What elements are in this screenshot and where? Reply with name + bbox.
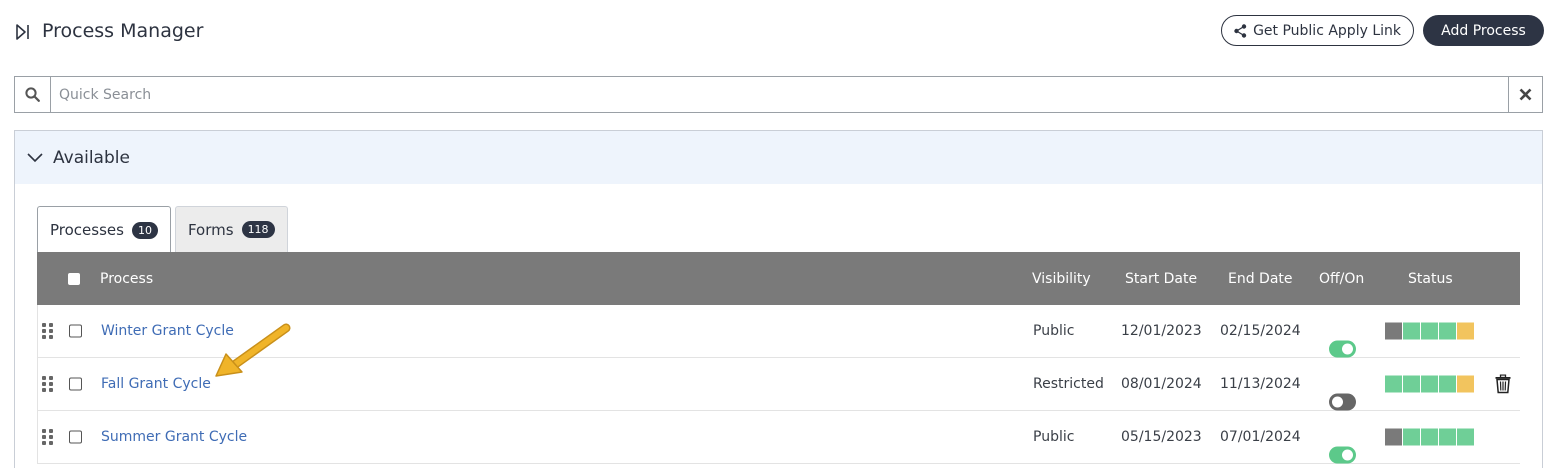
tab-processes-count: 10 <box>131 221 158 239</box>
visibility-value: Restricted <box>1033 376 1104 392</box>
share-icon <box>1234 23 1247 38</box>
get-public-apply-link-button[interactable]: Get Public Apply Link <box>1221 15 1414 46</box>
drag-handle-icon[interactable] <box>42 429 53 445</box>
status-segment <box>1457 375 1474 393</box>
start-date-value: 12/01/2023 <box>1121 323 1202 339</box>
search-icon-box[interactable] <box>15 77 51 112</box>
end-date-value: 02/15/2024 <box>1220 323 1301 339</box>
process-name-link[interactable]: Summer Grant Cycle <box>101 429 247 445</box>
end-date-value: 07/01/2024 <box>1220 429 1301 445</box>
status-segment <box>1403 428 1420 446</box>
row-checkbox[interactable] <box>69 324 82 338</box>
quick-search-bar <box>14 76 1543 113</box>
column-start-date[interactable]: Start Date <box>1125 271 1197 287</box>
tab-forms[interactable]: Forms 118 <box>174 206 288 252</box>
start-date-value: 08/01/2024 <box>1121 376 1202 392</box>
available-panel: Available Processes 10 Forms 118 Process… <box>14 130 1543 468</box>
status-segment <box>1403 322 1420 340</box>
column-off-on[interactable]: Off/On <box>1319 271 1364 287</box>
add-process-button[interactable]: Add Process <box>1423 15 1544 46</box>
start-date-value: 05/15/2023 <box>1121 429 1202 445</box>
status-bar <box>1385 428 1474 446</box>
enable-toggle[interactable] <box>1329 446 1356 463</box>
page-title: Process Manager <box>42 20 204 42</box>
enable-toggle[interactable] <box>1329 340 1356 357</box>
tab-bar: Processes 10 Forms 118 <box>37 206 288 253</box>
panel-title: Available <box>53 147 130 168</box>
status-segment <box>1439 375 1456 393</box>
status-segment <box>1439 322 1456 340</box>
select-all-checkbox[interactable] <box>68 272 80 285</box>
column-end-date[interactable]: End Date <box>1228 271 1293 287</box>
status-segment <box>1421 322 1438 340</box>
table-row: Summer Grant Cycle Public 05/15/2023 07/… <box>37 411 1520 464</box>
status-segment <box>1457 322 1474 340</box>
status-segment <box>1385 375 1402 393</box>
status-bar <box>1385 322 1474 340</box>
row-checkbox[interactable] <box>69 377 82 391</box>
status-segment <box>1457 428 1474 446</box>
status-segment <box>1421 428 1438 446</box>
page-header: Process Manager Get Public Apply Link Ad… <box>14 14 1544 50</box>
available-panel-header[interactable]: Available <box>15 131 1542 184</box>
tab-processes-label: Processes <box>50 221 124 239</box>
tab-forms-count: 118 <box>241 221 275 238</box>
drag-handle-icon[interactable] <box>42 323 53 339</box>
status-segment <box>1403 375 1420 393</box>
status-segment <box>1385 322 1402 340</box>
enable-toggle[interactable] <box>1329 393 1356 410</box>
clear-search-button[interactable] <box>1508 77 1542 112</box>
annotation-arrow <box>215 323 291 377</box>
tab-processes[interactable]: Processes 10 <box>37 206 171 253</box>
status-segment <box>1385 428 1402 446</box>
chevron-down-icon <box>27 152 43 162</box>
visibility-value: Public <box>1033 429 1075 445</box>
row-checkbox[interactable] <box>69 430 82 444</box>
trash-icon[interactable] <box>1495 374 1511 394</box>
close-icon <box>1519 88 1532 101</box>
search-icon <box>25 87 40 102</box>
status-segment <box>1421 375 1438 393</box>
tab-forms-label: Forms <box>187 220 234 239</box>
get-public-apply-link-label: Get Public Apply Link <box>1253 22 1401 39</box>
process-name-link[interactable]: Fall Grant Cycle <box>101 376 211 392</box>
table-header: Process Visibility Start Date End Date O… <box>37 252 1520 305</box>
end-date-value: 11/13/2024 <box>1220 376 1301 392</box>
visibility-value: Public <box>1033 323 1075 339</box>
status-segment <box>1439 428 1456 446</box>
sidebar-collapse-icon[interactable] <box>14 23 32 41</box>
column-process[interactable]: Process <box>100 271 153 287</box>
status-bar <box>1385 375 1474 393</box>
search-input[interactable] <box>51 77 1508 112</box>
drag-handle-icon[interactable] <box>42 376 53 392</box>
column-visibility[interactable]: Visibility <box>1032 271 1091 287</box>
column-status[interactable]: Status <box>1408 271 1453 287</box>
